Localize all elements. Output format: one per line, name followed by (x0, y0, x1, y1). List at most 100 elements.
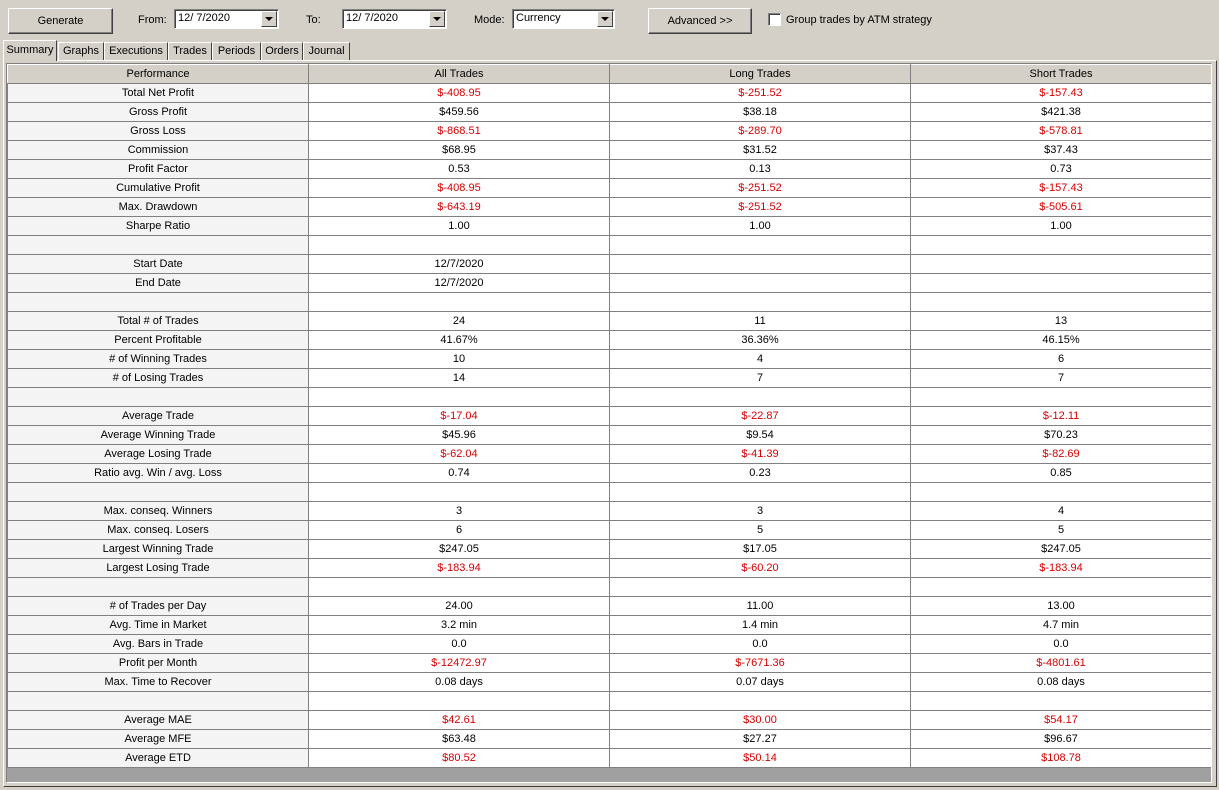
table-cell: 10 (308, 349, 610, 369)
table-cell: $37.43 (910, 140, 1211, 160)
performance-table: Performance All Trades Long Trades Short… (7, 64, 1211, 768)
table-cell: $-868.51 (308, 121, 610, 141)
row-label (7, 292, 309, 312)
table-cell: 0.85 (910, 463, 1211, 483)
table-cell: $38.18 (609, 102, 911, 122)
table-row: Avg. Bars in Trade 0.0 0.0 0.0 (7, 634, 1211, 654)
row-label: Max. Time to Recover (7, 672, 309, 692)
table-body: Total Net Profit $-408.95 $-251.52 $-157.43… (7, 83, 1211, 768)
row-label: Average MAE (7, 710, 309, 730)
mode-select[interactable]: Currency (512, 9, 615, 29)
chevron-down-icon[interactable] (261, 11, 277, 27)
table-cell: $-60.20 (609, 558, 911, 578)
table-cell: 41.67% (308, 330, 610, 350)
table-cell (308, 482, 610, 502)
row-label: Start Date (7, 254, 309, 274)
table-cell: $-578.81 (910, 121, 1211, 141)
column-header[interactable]: Long Trades (609, 64, 911, 84)
table-cell: 4 (609, 349, 911, 369)
table-cell (910, 292, 1211, 312)
table-cell: 7 (910, 368, 1211, 388)
row-label: Average Winning Trade (7, 425, 309, 445)
table-cell: $-643.19 (308, 197, 610, 217)
chevron-down-icon[interactable] (429, 11, 445, 27)
table-cell (910, 273, 1211, 293)
table-header-row: Performance All Trades Long Trades Short… (7, 64, 1211, 84)
table-cell: $-82.69 (910, 444, 1211, 464)
tab-graphs[interactable]: Graphs (58, 42, 104, 60)
table-cell: $-62.04 (308, 444, 610, 464)
performance-grid[interactable]: Performance All Trades Long Trades Short… (6, 63, 1212, 783)
from-date-picker[interactable]: 12/ 7/2020 (174, 9, 279, 29)
table-cell: 12/7/2020 (308, 273, 610, 293)
tab-executions[interactable]: Executions (104, 42, 168, 60)
table-cell: 0.08 days (308, 672, 610, 692)
column-header[interactable]: Performance (7, 64, 309, 84)
table-row: Average Losing Trade $-62.04 $-41.39 $-82.6… (7, 444, 1211, 464)
table-cell: 14 (308, 368, 610, 388)
to-date-picker[interactable]: 12/ 7/2020 (342, 9, 447, 29)
table-cell: $459.56 (308, 102, 610, 122)
row-label: Cumulative Profit (7, 178, 309, 198)
table-cell (308, 691, 610, 711)
table-cell: $80.52 (308, 748, 610, 768)
tab-label: Trades (173, 45, 207, 57)
table-cell (910, 577, 1211, 597)
table-cell: $-157.43 (910, 83, 1211, 103)
row-label: # of Winning Trades (7, 349, 309, 369)
tab-summary[interactable]: Summary (3, 40, 57, 61)
tab-trades[interactable]: Trades (168, 42, 212, 60)
mode-value: Currency (516, 12, 561, 24)
table-cell: $31.52 (609, 140, 911, 160)
table-row: Ratio avg. Win / avg. Loss 0.74 0.23 0.85 (7, 463, 1211, 483)
table-cell: 11 (609, 311, 911, 331)
table-row: Average Winning Trade $45.96 $9.54 $70.23 (7, 425, 1211, 445)
generate-button[interactable]: Generate (8, 8, 113, 34)
table-cell: $-289.70 (609, 121, 911, 141)
table-cell: 24 (308, 311, 610, 331)
mode-label: Mode: (474, 14, 505, 26)
tab-label: Executions (109, 45, 163, 57)
table-row: Percent Profitable 41.67% 36.36% 46.15% (7, 330, 1211, 350)
row-label: # of Trades per Day (7, 596, 309, 616)
table-row (7, 292, 1211, 312)
column-header[interactable]: Short Trades (910, 64, 1211, 84)
table-cell: 0.0 (910, 634, 1211, 654)
table-cell (910, 387, 1211, 407)
row-label: Average MFE (7, 729, 309, 749)
table-cell: $108.78 (910, 748, 1211, 768)
table-cell (609, 235, 911, 255)
row-label: Max. conseq. Losers (7, 520, 309, 540)
table-row: End Date 12/7/2020 (7, 273, 1211, 293)
table-cell: 46.15% (910, 330, 1211, 350)
group-trades-label[interactable]: Group trades by ATM strategy (786, 13, 932, 27)
tab-journal[interactable]: Journal (303, 42, 350, 60)
tab-label: Graphs (62, 45, 100, 57)
tab-periods[interactable]: Periods (212, 42, 261, 60)
table-cell: $-251.52 (609, 197, 911, 217)
table-cell (910, 482, 1211, 502)
table-cell: $-12472.97 (308, 653, 610, 673)
tab-label: Summary (6, 44, 54, 56)
row-label: Average ETD (7, 748, 309, 768)
column-header[interactable]: All Trades (308, 64, 610, 84)
table-cell: 4.7 min (910, 615, 1211, 635)
advanced-button[interactable]: Advanced >> (648, 8, 752, 34)
chevron-down-icon[interactable] (597, 11, 613, 27)
row-label: Avg. Bars in Trade (7, 634, 309, 654)
row-label: Max. conseq. Winners (7, 501, 309, 521)
tab-orders[interactable]: Orders (261, 42, 303, 60)
table-cell: $-12.11 (910, 406, 1211, 426)
table-row: Profit per Month $-12472.97 $-7671.36 $-480… (7, 653, 1211, 673)
table-row: Commission $68.95 $31.52 $37.43 (7, 140, 1211, 160)
row-label: Ratio avg. Win / avg. Loss (7, 463, 309, 483)
table-cell: 11.00 (609, 596, 911, 616)
table-cell: $50.14 (609, 748, 911, 768)
tab-label: Orders (265, 45, 299, 57)
table-row: Max. conseq. Losers 6 5 5 (7, 520, 1211, 540)
table-row: Start Date 12/7/2020 (7, 254, 1211, 274)
group-trades-checkbox[interactable] (768, 13, 781, 26)
row-label: Total # of Trades (7, 311, 309, 331)
table-row (7, 577, 1211, 597)
table-row: Total Net Profit $-408.95 $-251.52 $-157.43 (7, 83, 1211, 103)
